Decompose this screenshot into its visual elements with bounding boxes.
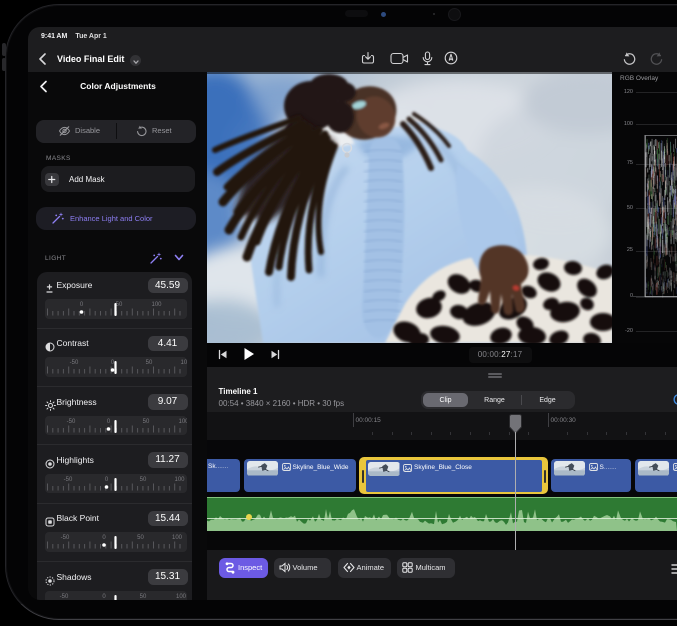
svg-text:100: 100 (178, 419, 186, 425)
svg-text:100: 100 (172, 535, 183, 541)
svg-text:-50: -50 (60, 594, 69, 600)
svg-text:0: 0 (102, 594, 106, 600)
svg-text:0: 0 (107, 419, 111, 425)
svg-text:0: 0 (102, 535, 106, 541)
svg-text:-50: -50 (70, 360, 79, 366)
svg-text:-50: -50 (64, 477, 73, 483)
svg-text:50: 50 (140, 594, 147, 600)
svg-text:50: 50 (116, 302, 123, 308)
svg-text:50: 50 (140, 477, 147, 483)
svg-text:100: 100 (174, 477, 185, 483)
svg-text:50: 50 (137, 535, 144, 541)
svg-text:0: 0 (111, 360, 115, 366)
svg-text:50: 50 (143, 419, 150, 425)
svg-text:50: 50 (146, 360, 153, 366)
svg-text:100: 100 (180, 360, 186, 366)
svg-text:100: 100 (176, 594, 187, 600)
svg-text:0: 0 (105, 477, 109, 483)
svg-text:-50: -50 (61, 535, 70, 541)
svg-text:100: 100 (151, 302, 162, 308)
svg-text:-50: -50 (67, 419, 76, 425)
svg-text:0: 0 (80, 302, 84, 308)
